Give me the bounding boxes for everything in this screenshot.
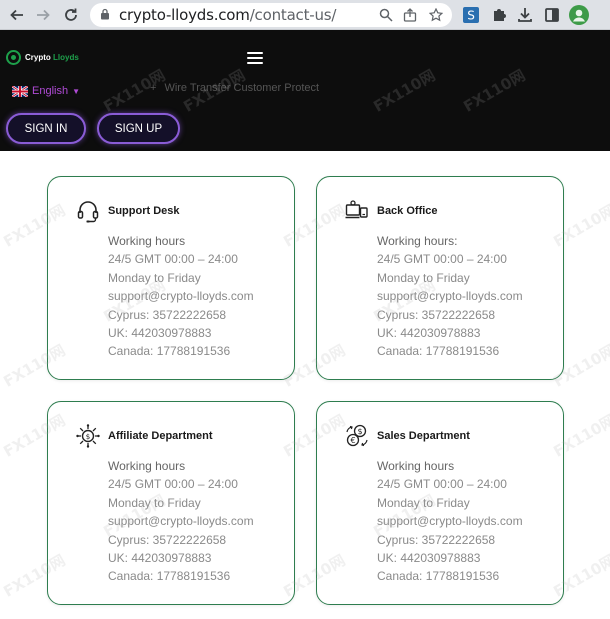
phone-canada[interactable]: Canada: 17788191536 [377,342,523,360]
sign-in-button[interactable]: SIGN IN [6,113,86,144]
language-selector[interactable]: English ▼ [12,85,80,97]
logo-mark-icon [6,50,21,65]
bookmark-star-icon[interactable] [426,5,446,25]
share-icon[interactable] [400,5,420,25]
email-link[interactable]: support@crypto-lloyds.com [377,287,523,305]
working-hours-label: Working hours [108,459,186,473]
days-value: Monday to Friday [377,495,470,510]
email-link[interactable]: support@crypto-lloyds.com [108,287,254,305]
logo-prefix: Crypto [25,53,53,62]
back-office-card: Back Office Working hours: 24/5 GMT 00:0… [316,176,564,380]
reload-icon[interactable] [59,3,83,27]
working-hours-label: Working hours [108,234,186,248]
url-path: /contact-us/ [249,6,337,24]
download-icon[interactable] [515,5,535,25]
url-domain: crypto-lloyds.com [119,6,250,24]
sign-up-button[interactable]: SIGN UP [97,113,180,144]
language-label: English [32,85,69,97]
days-value: Monday to Friday [108,495,201,510]
profile-avatar-icon[interactable] [569,5,589,25]
headset-icon [76,199,100,223]
faded-notice: + Wire Transfer Customer Protect [150,82,320,94]
phone-cyprus[interactable]: Cyprus: 35722222658 [108,531,254,549]
phone-canada[interactable]: Canada: 17788191536 [108,342,254,360]
phone-canada[interactable]: Canada: 17788191536 [377,567,523,585]
phone-cyprus[interactable]: Cyprus: 35722222658 [108,306,254,324]
back-office-icon [345,199,369,223]
back-icon[interactable] [5,3,29,27]
faded-notice-text: Wire Transfer Customer Protect [164,82,320,94]
logo-suffix: Lloyds [53,53,79,62]
url-text: crypto-lloyds.com/contact-us/ [119,6,336,24]
phone-uk[interactable]: UK: 442030978883 [377,324,523,342]
side-panel-icon[interactable] [542,5,562,25]
email-link[interactable]: support@crypto-lloyds.com [377,512,523,530]
affiliate-department-card: $ Affiliate Department Working hours 24/… [47,401,295,605]
currency-exchange-icon: $ € [345,424,369,448]
hours-value: 24/5 GMT 00:00 – 24:00 [108,477,238,492]
card-title: Sales Department [377,430,470,442]
working-hours-label: Working hours [377,459,455,473]
phone-uk[interactable]: UK: 442030978883 [108,549,254,567]
days-value: Monday to Friday [377,270,470,285]
svg-text:S: S [467,9,475,23]
days-value: Monday to Friday [108,270,201,285]
zoom-icon[interactable] [376,5,396,25]
phone-cyprus[interactable]: Cyprus: 35722222658 [377,531,523,549]
hours-value: 24/5 GMT 00:00 – 24:00 [377,477,507,492]
lock-icon [101,8,109,20]
caret-down-icon: ▼ [72,86,80,96]
svg-text:$: $ [357,427,362,436]
support-desk-card: Support Desk Working hours 24/5 GMT 00:0… [47,176,295,380]
logo-text: Crypto Lloyds [25,53,79,62]
email-link[interactable]: support@crypto-lloyds.com [108,512,254,530]
card-title: Back Office [377,205,438,217]
phone-cyprus[interactable]: Cyprus: 35722222658 [377,306,523,324]
working-hours-label: Working hours: [377,234,458,248]
site-logo[interactable]: Crypto Lloyds [6,50,79,65]
svg-text:$: $ [86,433,90,441]
menu-icon[interactable] [247,52,263,64]
hours-value: 24/5 GMT 00:00 – 24:00 [377,252,507,267]
address-bar[interactable]: crypto-lloyds.com/contact-us/ [90,3,452,27]
affiliate-icon: $ [76,424,100,448]
browser-toolbar: crypto-lloyds.com/contact-us/ S [0,0,610,30]
forward-icon[interactable] [31,3,55,27]
sales-department-card: $ € Sales Department Working hours 24/5 G… [316,401,564,605]
site-header: Crypto Lloyds English ▼ + Wire Transfer C… [0,30,610,151]
card-title: Support Desk [108,205,180,217]
hours-value: 24/5 GMT 00:00 – 24:00 [108,252,238,267]
uk-flag-icon [12,85,28,97]
card-title: Affiliate Department [108,430,213,442]
svg-text:€: € [350,436,355,445]
phone-uk[interactable]: UK: 442030978883 [108,324,254,342]
puzzle-icon[interactable] [489,5,509,25]
phone-uk[interactable]: UK: 442030978883 [377,549,523,567]
phone-canada[interactable]: Canada: 17788191536 [108,567,254,585]
extension-s-icon[interactable]: S [461,5,481,25]
